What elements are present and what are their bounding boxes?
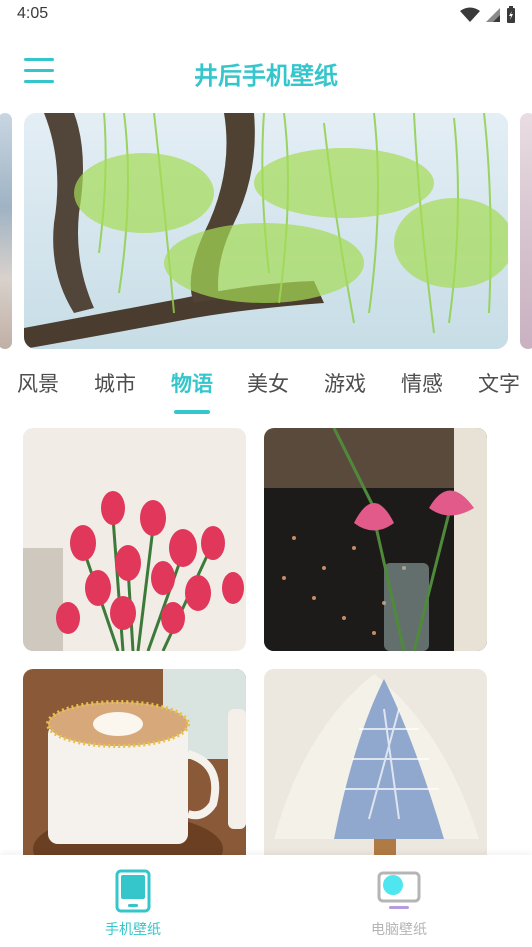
status-bar: 4:05 — [0, 0, 532, 30]
lotus-image — [264, 428, 487, 651]
tab-landscape[interactable]: 风景 — [17, 368, 59, 398]
tab-beauty[interactable]: 美女 — [247, 368, 289, 398]
status-time: 4:05 — [17, 5, 49, 22]
category-tabs: 风景 城市 物语 美女 游戏 情感 文字 — [0, 362, 532, 418]
status-icons — [460, 6, 516, 24]
banner-prev-preview[interactable] — [0, 113, 12, 349]
app-header: 井后手机壁纸 — [0, 40, 532, 102]
wifi-icon — [460, 7, 480, 22]
wallpaper-card-lotus[interactable] — [264, 428, 487, 651]
phone-icon — [115, 869, 151, 913]
page-title: 井后手机壁纸 — [194, 62, 338, 90]
tab-active-indicator — [174, 410, 210, 414]
nav-pc-wallpaper-label: 电脑壁纸 — [371, 922, 427, 938]
banner-next-preview[interactable] — [520, 113, 532, 349]
tab-text[interactable]: 文字 — [478, 368, 520, 398]
signal-icon — [486, 8, 500, 22]
bottom-navigation: 手机壁纸 电脑壁纸 — [0, 855, 532, 947]
banner-carousel[interactable] — [0, 113, 532, 349]
wallpaper-grid — [0, 428, 532, 855]
tulips-image — [23, 428, 246, 651]
nav-phone-wallpaper-label: 手机壁纸 — [105, 922, 161, 938]
tab-emotion[interactable]: 情感 — [401, 368, 443, 398]
wallpaper-card-tulips[interactable] — [23, 428, 246, 651]
coffee-cup-image — [23, 669, 246, 855]
monitor-icon — [377, 871, 421, 909]
tab-game[interactable]: 游戏 — [324, 368, 366, 398]
wallpaper-card-lamp[interactable] — [264, 669, 487, 855]
nav-phone-wallpaper[interactable]: 手机壁纸 — [73, 869, 193, 939]
lamp-image — [264, 669, 487, 855]
wallpaper-card-coffee[interactable] — [23, 669, 246, 855]
nav-pc-wallpaper[interactable]: 电脑壁纸 — [339, 869, 459, 939]
willow-tree-image — [24, 113, 508, 349]
tab-story[interactable]: 物语 — [171, 368, 213, 398]
battery-icon — [507, 6, 515, 23]
tab-city[interactable]: 城市 — [94, 368, 136, 398]
banner-image-willow[interactable] — [24, 113, 508, 349]
